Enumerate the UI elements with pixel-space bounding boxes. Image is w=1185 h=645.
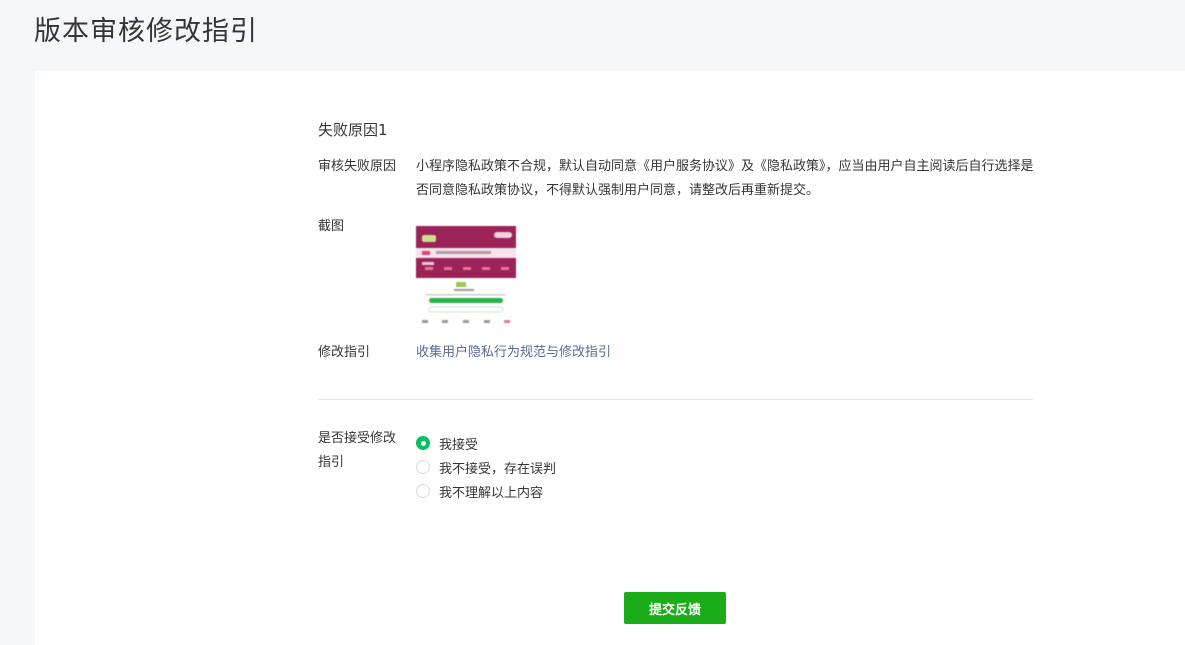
radio-label: 我不接受，存在误判 bbox=[439, 461, 557, 477]
guide-label: 修改指引 bbox=[318, 345, 371, 360]
accept-label: 是否接受修改指引 bbox=[318, 431, 397, 470]
screenshot-thumbnail[interactable] bbox=[416, 226, 516, 329]
radio-label: 我不理解以上内容 bbox=[439, 485, 544, 501]
radio-option-accept[interactable]: 我接受 bbox=[416, 431, 556, 455]
radio-checked-icon[interactable] bbox=[416, 436, 430, 450]
page-title: 版本审核修改指引 bbox=[34, 16, 258, 47]
section-divider bbox=[318, 399, 1033, 400]
radio-option-reject[interactable]: 我不接受，存在误判 bbox=[416, 455, 556, 479]
radio-option-not-understand[interactable]: 我不理解以上内容 bbox=[416, 479, 556, 503]
screenshot-label: 截图 bbox=[318, 219, 345, 234]
radio-unchecked-icon[interactable] bbox=[416, 460, 430, 474]
thumbnail-image bbox=[416, 226, 516, 329]
radio-unchecked-icon[interactable] bbox=[416, 484, 430, 498]
accept-radio-group: 我接受 我不接受，存在误判 我不理解以上内容 bbox=[416, 431, 556, 503]
reason-label: 审核失败原因 bbox=[318, 159, 397, 174]
reason-text: 小程序隐私政策不合规，默认自动同意《用户服务协议》及《隐私政策》，应当由用户自主… bbox=[416, 159, 1034, 198]
submit-feedback-button[interactable]: 提交反馈 bbox=[624, 592, 726, 624]
section-title: 失败原因1 bbox=[318, 121, 388, 139]
content-card: 失败原因1 审核失败原因 小程序隐私政策不合规，默认自动同意《用户服务协议》及《… bbox=[35, 71, 1185, 645]
guide-link[interactable]: 收集用户隐私行为规范与修改指引 bbox=[416, 345, 611, 360]
radio-label: 我接受 bbox=[439, 437, 479, 453]
